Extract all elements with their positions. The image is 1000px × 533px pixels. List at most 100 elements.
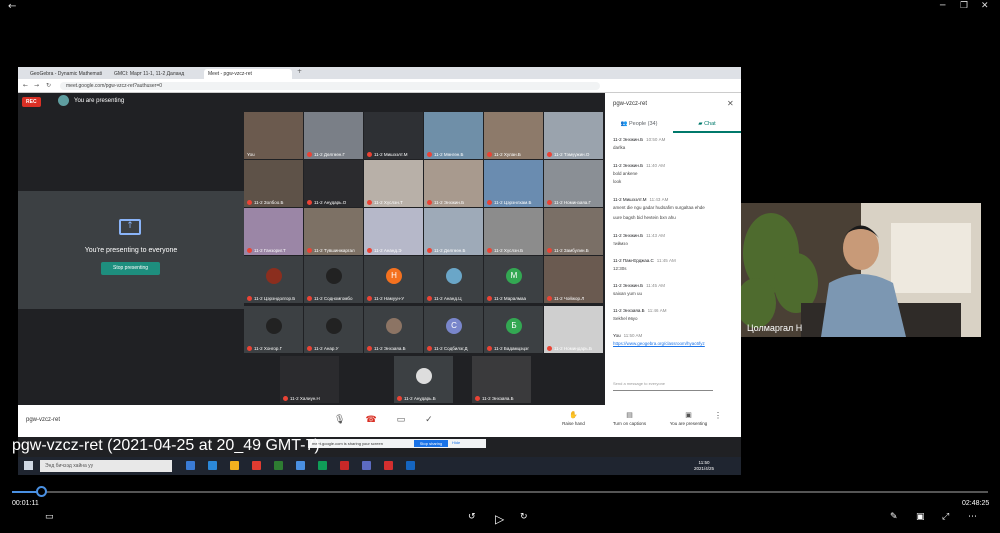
participant-tile[interactable]: 11-2 Цэрэнлхам.Б <box>484 160 543 207</box>
back-arrow-icon[interactable]: ← <box>8 1 16 12</box>
more-icon[interactable]: ⋯ <box>968 512 977 522</box>
close-icon[interactable]: ✕ <box>727 99 734 108</box>
miniplayer-icon[interactable]: ▣ <box>916 512 925 522</box>
restore-icon[interactable]: ❐ <box>960 1 968 11</box>
taskbar-app-icon[interactable] <box>274 461 283 470</box>
chat-time: 10:50 AM <box>646 137 666 142</box>
people-icon: 👥 <box>620 121 629 127</box>
mic-off-icon <box>367 152 372 157</box>
skip-back-icon[interactable]: ↺ <box>468 512 476 522</box>
present-screen-icon: ↑ <box>119 219 141 235</box>
new-tab-icon[interactable]: + <box>297 68 302 75</box>
participant-tile[interactable]: Б 11-2 Бадамцэцэг <box>484 306 543 353</box>
participant-tile[interactable]: 11-2 Анударь.О <box>304 160 363 207</box>
participant-tile[interactable]: 11-2 Анар.У <box>304 306 363 353</box>
participant-tile[interactable]: 11-2 Номинзаяа.Г <box>544 160 603 207</box>
taskbar-app-icon[interactable] <box>406 461 415 470</box>
participant-tile[interactable]: 11-2 Ганзориг.Т <box>244 208 303 255</box>
participant-name: 11-2 Тэмүүжин.О <box>547 152 589 157</box>
forward-icon[interactable]: → <box>34 82 39 89</box>
start-icon[interactable] <box>24 461 33 470</box>
participant-tile[interactable]: 11-2 Содномгомбо <box>304 256 363 303</box>
url-field[interactable]: meet.google.com/pgw-vzcz-ret?authuser=0 <box>60 82 600 90</box>
chat-sender: 11-2 Энхжин.Б <box>613 233 644 238</box>
browser-tab-strip: GeoGebra - Dynamic Mathemati GMCI: Март … <box>18 67 741 79</box>
participant-name-label: 11-2 Энхзаяа.Б <box>374 346 406 351</box>
taskbar-app-icon[interactable] <box>318 461 327 470</box>
participant-tile[interactable]: 11-2 Тэмүүжин.О <box>544 112 603 159</box>
mic-icon[interactable]: 🎙 <box>334 415 345 425</box>
check-icon[interactable]: ✓ <box>425 415 433 425</box>
close-icon[interactable]: ✕ <box>981 1 989 11</box>
browser-tab[interactable]: GeoGebra - Dynamic Mathemati <box>26 69 108 79</box>
participant-tile[interactable]: Н 11-2 Намуун-У <box>364 256 423 303</box>
mic-off-icon <box>487 248 492 253</box>
participant-name-label: 11-2 Номиндарь.Б <box>554 346 592 351</box>
participant-tile[interactable]: 11-2 Замбулин.Б <box>544 208 603 255</box>
stop-sharing-button[interactable]: Stop sharing <box>414 440 448 447</box>
participant-tile[interactable]: 11-2 Хулан.Б <box>484 112 543 159</box>
taskbar-app-icon[interactable] <box>362 461 371 470</box>
edit-icon[interactable]: ✎ <box>890 512 898 522</box>
captions-button[interactable]: ▤ Turn on captions <box>602 411 657 426</box>
participant-tile[interactable]: 11-2 Чойжор.Л <box>544 256 603 303</box>
tab-people[interactable]: 👥 People (34) <box>605 121 673 127</box>
participant-tile[interactable]: 11-2 Мөнгөн.Б <box>424 112 483 159</box>
participant-tile[interactable]: 11-2 Номиндарь.Б <box>544 306 603 353</box>
tab-chat[interactable]: ▰ Chat <box>673 121 741 133</box>
back-icon[interactable]: ← <box>23 82 28 89</box>
participant-tile[interactable]: 11-2 Дөлгөөн.Б <box>424 208 483 255</box>
taskbar-app-icon[interactable] <box>186 461 195 470</box>
participant-tile[interactable]: 11-2 Халиун.Н <box>280 356 339 403</box>
taskbar-app-icon[interactable] <box>230 461 239 470</box>
participant-tile[interactable]: You <box>244 112 303 159</box>
mic-off-icon <box>427 346 432 351</box>
participant-tile[interactable]: С 11-2 Содбилэг.Д <box>424 306 483 353</box>
taskbar-app-icon[interactable] <box>252 461 261 470</box>
subtitles-icon[interactable]: ▭ <box>45 512 54 522</box>
chat-input[interactable]: Send a message to everyone <box>613 381 713 391</box>
participant-tile[interactable]: 11-2 Хонгор.Г <box>244 306 303 353</box>
participant-name: 11-2 Замбулин.Б <box>547 248 589 253</box>
browser-tab[interactable]: GMCI: Март 11-1, 11-2 Даланд <box>110 69 202 79</box>
camera-icon[interactable]: ▭ <box>397 415 406 425</box>
browser-tab-active[interactable]: Meet - pgw-vzcz-ret <box>204 69 292 79</box>
participant-tile[interactable]: 11-2 Анударь.Б <box>394 356 453 403</box>
hide-share-bar-button[interactable]: Hide <box>452 440 460 445</box>
participant-tile[interactable]: 11-2 Дөлгөөн.Г <box>304 112 363 159</box>
play-icon[interactable]: ▷ <box>495 512 504 526</box>
chat-sender: 11-2 Энхжин.Б <box>613 163 644 168</box>
taskbar-app-icon[interactable] <box>296 461 305 470</box>
skip-forward-icon[interactable]: ↻ <box>520 512 528 522</box>
reload-icon[interactable]: ↻ <box>46 82 51 89</box>
taskbar-search[interactable]: Энд бичээд хайна уу <box>40 460 172 472</box>
minimize-icon[interactable]: ─ <box>940 1 945 11</box>
raise-hand-button[interactable]: ✋ Raise hand <box>546 411 601 426</box>
participant-name-label: 11-2 Хүслэн.Б <box>494 248 524 253</box>
fullscreen-icon[interactable]: ⤢ <box>942 512 949 522</box>
participant-tile[interactable]: 11-2 Хүслэн.Б <box>484 208 543 255</box>
participant-tile[interactable]: 11-2 Ананд.Э <box>364 208 423 255</box>
hang-up-icon[interactable]: ☎ <box>365 415 376 425</box>
stop-presenting-button[interactable]: Stop presenting <box>101 262 160 275</box>
chat-message: 11-2 Энхжин.Б 11:45 AM saiхan yum uu <box>613 283 735 296</box>
participant-tile[interactable]: 11-2 Түвшинжаргал <box>304 208 363 255</box>
more-options-icon[interactable]: ⋮ <box>708 411 728 420</box>
participant-tile[interactable]: 11-2 Энхзаяа.Б <box>364 306 423 353</box>
participant-tile[interactable]: 11-2 Энхжин.Б <box>424 160 483 207</box>
participant-tile[interactable]: 11-2 Золбоо.Б <box>244 160 303 207</box>
participant-tile[interactable]: 11-2 Хүслэн.Т <box>364 160 423 207</box>
participant-name: 11-2 Ганзориг.Т <box>247 248 286 253</box>
participant-tile[interactable]: 11-2 Мишээлт.М <box>364 112 423 159</box>
participant-tile[interactable]: М 11-2 Маралмаа <box>484 256 543 303</box>
chat-link[interactable]: https://www.geogebra.org/classroom/hyac6… <box>613 341 735 346</box>
taskbar-app-icon[interactable] <box>384 461 393 470</box>
progress-track[interactable] <box>12 491 988 493</box>
participant-name: You <box>247 152 255 157</box>
progress-knob[interactable] <box>36 486 48 497</box>
taskbar-app-icon[interactable] <box>340 461 349 470</box>
participant-tile[interactable]: 11-2 Ананд.Ц <box>424 256 483 303</box>
taskbar-app-icon[interactable] <box>208 461 217 470</box>
participant-tile[interactable]: 11-2 Цэрэндолгор.Б <box>244 256 303 303</box>
participant-tile[interactable]: 11-2 Энхзаяа.Б <box>472 356 531 403</box>
